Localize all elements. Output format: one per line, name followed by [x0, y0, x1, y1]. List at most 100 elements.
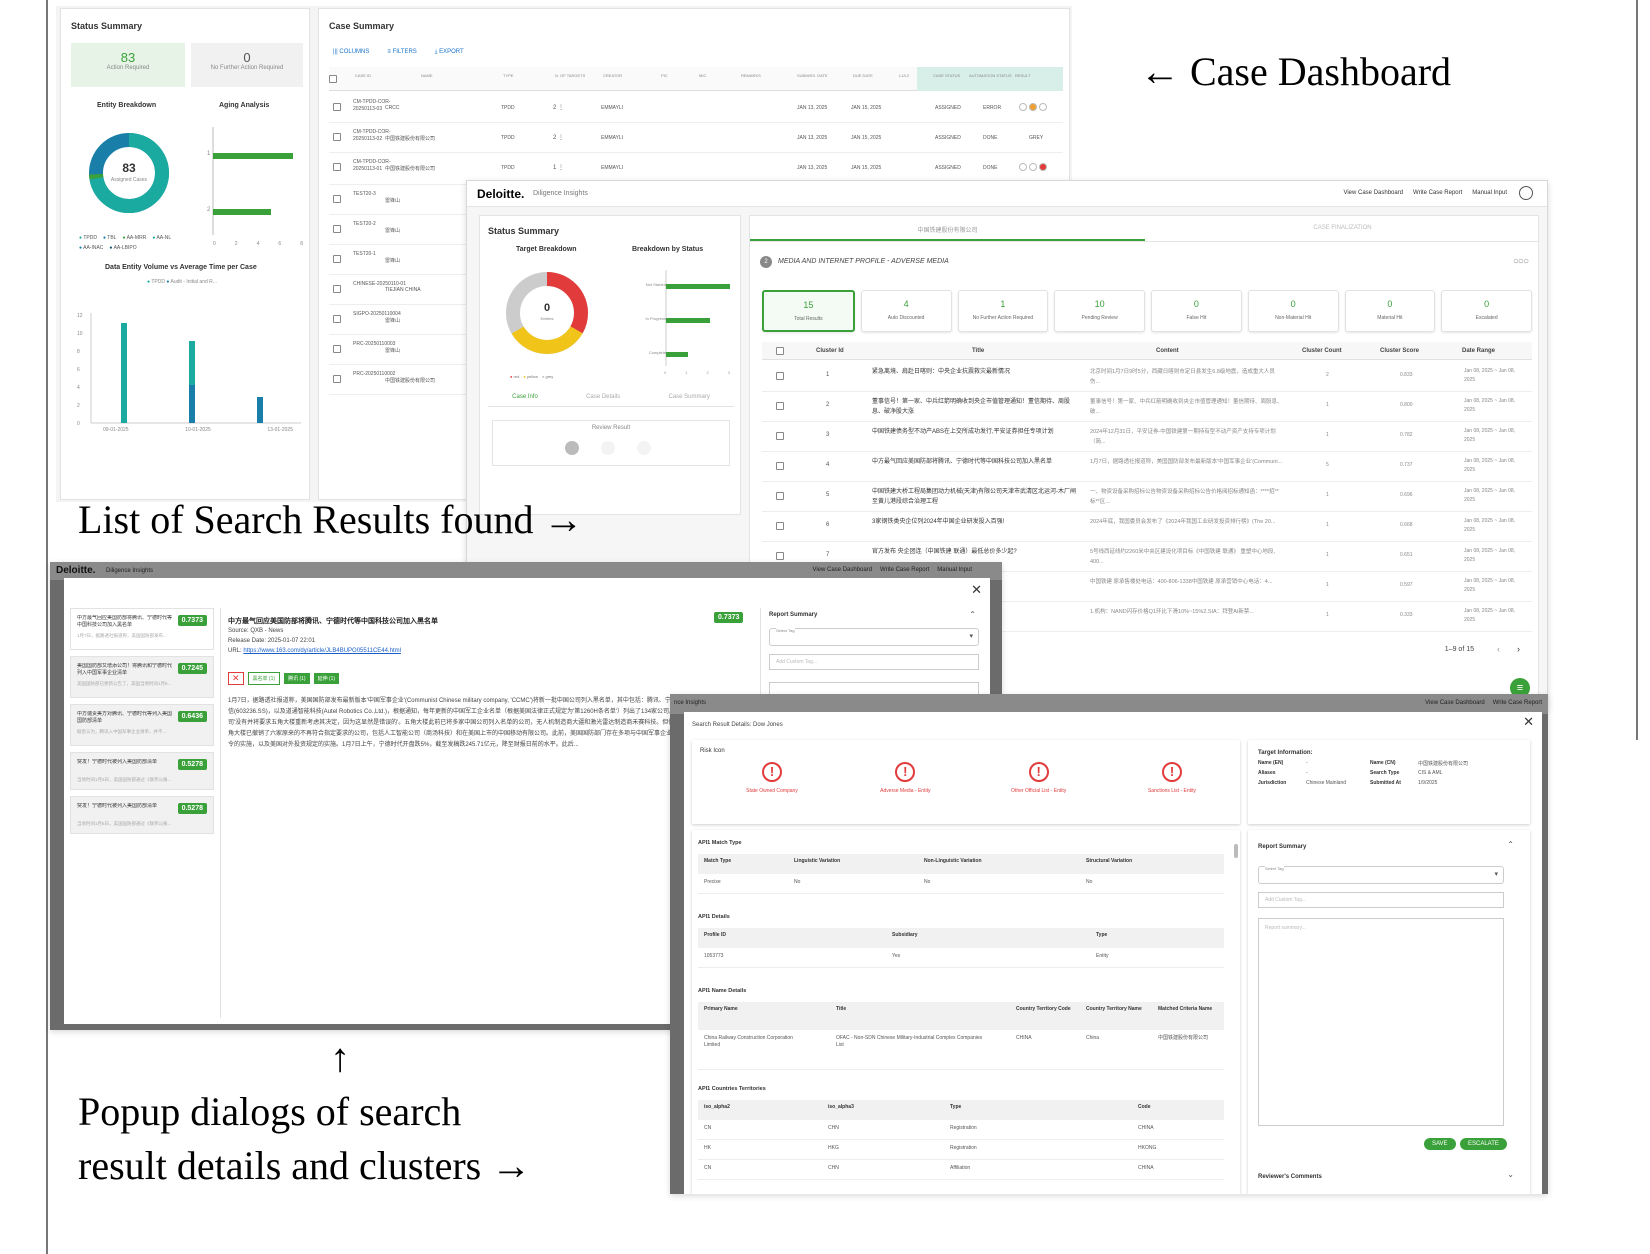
result-row-checkbox[interactable] — [776, 402, 784, 410]
no-further-card[interactable]: 0 No Further Action Required — [191, 43, 303, 87]
cluster-title[interactable]: 中国铁建债务型不动产ABS在上交所成功发行,平安证券担任专项计划 — [872, 427, 1080, 449]
result-row[interactable]: 3 中国铁建债务型不动产ABS在上交所成功发行,平安证券担任专项计划 2024年12… — [762, 422, 1532, 452]
api-scrollbar[interactable] — [1234, 844, 1238, 858]
row-checkbox[interactable] — [333, 163, 341, 171]
result-row[interactable]: 4 中方最气回应美国防部将腾讯、宁德时代等中国科技公司加入黑名单 1月7日，据路透社… — [762, 452, 1532, 482]
nav-write-report[interactable]: Write Case Report — [1413, 190, 1462, 196]
legend-label: AA-LBIPO — [113, 245, 137, 251]
article-close-icon[interactable]: ✕ — [971, 582, 982, 598]
filters-button[interactable]: ≡ FILTERS — [387, 49, 416, 56]
result-dot-icon — [1029, 163, 1037, 171]
kpi-card[interactable]: 0 False Hit — [1151, 290, 1242, 332]
article-select-tag[interactable]: Select Tag ▾ — [769, 628, 979, 646]
cluster-id: 6 — [826, 522, 830, 528]
kpi-card[interactable]: 0 Escalated — [1441, 290, 1532, 332]
prev-page-icon[interactable]: ‹ — [1497, 644, 1500, 654]
nav-manual-input[interactable]: Manual Input — [1472, 190, 1507, 196]
result-row-checkbox[interactable] — [776, 552, 784, 560]
user-avatar-icon[interactable] — [1519, 186, 1533, 200]
cluster-header-partial: nce Insights — [674, 700, 707, 706]
kpi-card[interactable]: 1 No Further Action Required — [957, 290, 1049, 332]
row-checkbox[interactable] — [333, 225, 341, 233]
subtab-case-summary[interactable]: Case Summary — [668, 394, 709, 400]
row-checkbox[interactable] — [333, 195, 341, 203]
review-dot-2[interactable] — [601, 441, 615, 455]
article-custom-tag-input[interactable]: Add Custom Tag... — [769, 654, 979, 670]
case-col-header: DUE DATE — [853, 73, 873, 78]
select-all-checkbox[interactable] — [329, 75, 337, 83]
article-nav-manual[interactable]: Manual Input — [937, 567, 972, 573]
cluster-title[interactable]: 3家钢铁类央企位列2024年中国企业研发投入百强! — [872, 517, 1080, 539]
result-row-checkbox[interactable] — [776, 522, 784, 530]
export-button[interactable]: ⤓ EXPORT — [435, 49, 464, 56]
row-checkbox[interactable] — [333, 285, 341, 293]
cluster-title[interactable]: 紧急离境、肩赴日喀则：中央企业抗震救灾最新情况 — [872, 367, 1080, 389]
case-table-row[interactable]: CM-TPDD-COR-20250113-03 CRCC TPDD 2 ⋮ EMMAYL… — [329, 93, 1063, 123]
article-list-item[interactable]: 美国国防部又增添公司！将腾讯和宁德时代列入中国军事企业清单 0.7245 美国国防部… — [70, 656, 214, 698]
row-checkbox[interactable] — [333, 315, 341, 323]
escalate-button[interactable]: ESCALATE — [1460, 1138, 1507, 1150]
cluster-title[interactable]: 中方最气回应美国防部将腾讯、宁德时代等中国科技公司加入黑名单 — [872, 457, 1080, 479]
tag-remove-icon[interactable]: ✕ — [228, 672, 244, 685]
kpi-card[interactable]: 0 Non-Material Hit — [1247, 290, 1339, 332]
row-checkbox[interactable] — [333, 255, 341, 263]
row-checkbox[interactable] — [333, 345, 341, 353]
case-table-row[interactable]: CM-TPDD-COR-20250113-02 中国铁建股份有限公司 TPDD 2 ⋮… — [329, 123, 1063, 153]
cluster-custom-tag-input[interactable]: Add Custom Tag... — [1258, 892, 1504, 908]
chevron-down-icon[interactable]: ⌄ — [1507, 1170, 1514, 1179]
next-page-icon[interactable]: › — [1517, 644, 1520, 654]
article-nav-report[interactable]: Write Case Report — [880, 567, 929, 573]
aging-x-axis: 0 2 4 6 8 — [213, 241, 303, 247]
article-list-item[interactable]: 中方最气回应美国防部将腾讯、宁德时代等中国科技公司加入黑名单 0.7373 1月7日… — [70, 608, 214, 650]
cluster-nav-report[interactable]: Write Case Report — [1493, 700, 1542, 706]
tab-entity[interactable]: 中国铁建股份有限公司 — [750, 225, 1145, 234]
result-row[interactable]: 2 董事信号！第一家、中兵红箭明确收到央企市值管理通知！董信期待、周股息、破净股大… — [762, 392, 1532, 422]
subtab-case-details[interactable]: Case Details — [586, 394, 620, 400]
result-row[interactable]: 1 紧急离境、肩赴日喀则：中央企业抗震救灾最新情况 北京时间1月7日9时5分，西藏日… — [762, 362, 1532, 392]
cluster-date-range: Jan 08, 2025 ~ Jan 08, 2025 — [1464, 428, 1516, 443]
kpi-card[interactable]: 4 Auto Discounted — [860, 290, 952, 332]
kpi-card[interactable]: 15 Total Results — [762, 290, 855, 332]
result-row-checkbox[interactable] — [776, 492, 784, 500]
article-collapse-icon[interactable]: ⌃ — [969, 610, 976, 619]
article-url-link[interactable]: https://www.163.com/dy/article/JLB4BUPO0… — [243, 648, 401, 654]
tag-1[interactable]: 黑名单 (1) — [247, 672, 281, 685]
more-options-icon[interactable]: ○○○ — [1513, 256, 1529, 267]
cluster-select-tag[interactable]: Select Tag ▾ — [1258, 866, 1504, 884]
article-list-item[interactable]: 突发！宁德时代被列入美国防部清单 0.5278 当地时间1月6日，美国国防部通过《联… — [70, 796, 214, 834]
subtab-case-info[interactable]: Case Info — [512, 394, 538, 400]
cluster-nav-dashboard[interactable]: View Case Dashboard — [1425, 700, 1485, 706]
article-list-item[interactable]: 突发！宁德时代被列入美国防部清单 0.5278 当地时间1月6日，美国国防部通过《联… — [70, 752, 214, 790]
case-col-header: MIC — [699, 73, 707, 78]
result-row[interactable]: 6 3家钢铁类央企位列2024年中国企业研发投入百强! 2024年底，我国委员会发布… — [762, 512, 1532, 542]
kpi-card[interactable]: 0 Material Hit — [1344, 290, 1436, 332]
row-checkbox[interactable] — [333, 375, 341, 383]
result-row[interactable]: 5 中国铁建大桥工程局集团动力机械(天津)有限公司天津市武清区北运河-木厂闸至黄儿… — [762, 482, 1532, 512]
columns-button[interactable]: ||| COLUMNS — [333, 49, 369, 56]
result-row-checkbox[interactable] — [776, 462, 784, 470]
result-row-checkbox[interactable] — [776, 372, 784, 380]
result-row-checkbox[interactable] — [776, 432, 784, 440]
breakdown-status-title: Breakdown by Status — [632, 246, 704, 253]
select-all-results-checkbox[interactable] — [776, 347, 784, 355]
review-dot-3[interactable] — [637, 441, 651, 455]
article-list-item[interactable]: 中方谴责美方对腾讯、宁德时代等列入美国国防部清单 0.6436 据悉认为，腾讯入中国… — [70, 704, 214, 746]
review-dot-1[interactable] — [565, 441, 579, 455]
case-targets: 1 ⋮ — [553, 165, 565, 171]
cluster-close-icon[interactable]: ✕ — [1523, 714, 1534, 730]
save-button[interactable]: SAVE — [1424, 1138, 1456, 1150]
tag-3[interactable]: 延伸 (1) — [313, 673, 340, 684]
tab-case-finalization[interactable]: CASE FINALIZATION — [1145, 225, 1540, 231]
cluster-title[interactable]: 董事信号！第一家、中兵红箭明确收到央企市值管理通知！董信期待、周股息、破净股大涨 — [872, 397, 1080, 419]
nav-view-dashboard[interactable]: View Case Dashboard — [1343, 190, 1403, 196]
risk-icon-label: Sanctions List - Entity — [1147, 788, 1197, 794]
row-checkbox[interactable] — [333, 103, 341, 111]
cluster-collapse-icon[interactable]: ⌃ — [1507, 840, 1514, 849]
cluster-summary-textarea[interactable]: Report summary... — [1258, 918, 1504, 1126]
tag-2[interactable]: 腾讯 (1) — [284, 673, 310, 684]
article-nav-dashboard[interactable]: View Case Dashboard — [812, 567, 872, 573]
action-required-card[interactable]: 83 Action Required — [71, 43, 185, 87]
cluster-title[interactable]: 中国铁建大桥工程局集团动力机械(天津)有限公司天津市武清区北运河-木厂闸至黄儿港… — [872, 487, 1080, 509]
kpi-card[interactable]: 10 Pending Review — [1054, 290, 1145, 332]
row-checkbox[interactable] — [333, 133, 341, 141]
